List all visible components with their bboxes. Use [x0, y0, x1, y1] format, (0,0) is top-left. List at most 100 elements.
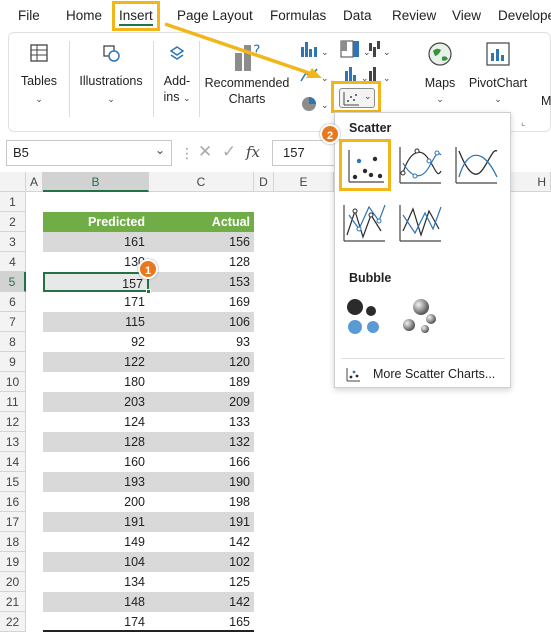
- step-badge-1: 1: [138, 259, 158, 279]
- table-row: 148 142: [43, 592, 254, 612]
- cell-predicted[interactable]: 130: [43, 252, 149, 272]
- col-header-c[interactable]: C: [149, 172, 254, 192]
- row-header[interactable]: 6: [0, 292, 26, 312]
- row-header[interactable]: 20: [0, 572, 26, 592]
- table-row: 191 191: [43, 512, 254, 532]
- cell-actual[interactable]: 133: [149, 412, 254, 432]
- name-box-value: B5: [13, 145, 29, 160]
- cell-actual[interactable]: 209: [149, 392, 254, 412]
- row-header[interactable]: 3: [0, 232, 26, 252]
- col-header-b[interactable]: B: [43, 172, 149, 192]
- col-header-a[interactable]: A: [26, 172, 43, 192]
- col-header-e[interactable]: E: [274, 172, 334, 192]
- fill-handle[interactable]: [146, 289, 151, 294]
- cell-actual[interactable]: 142: [149, 532, 254, 552]
- row-header[interactable]: 22: [0, 612, 26, 632]
- cell-predicted[interactable]: 191: [43, 512, 149, 532]
- active-cell[interactable]: 157: [43, 272, 149, 292]
- cell-predicted[interactable]: 203: [43, 392, 149, 412]
- cell-actual[interactable]: 153: [149, 272, 254, 292]
- row-header[interactable]: 16: [0, 492, 26, 512]
- cancel-icon[interactable]: ✕: [198, 142, 212, 162]
- row-header[interactable]: 1: [0, 192, 26, 212]
- row-header[interactable]: 17: [0, 512, 26, 532]
- cell-actual[interactable]: 189: [149, 372, 254, 392]
- enter-check-icon[interactable]: ✓: [222, 142, 236, 162]
- cell-predicted[interactable]: 115: [43, 312, 149, 332]
- cell-predicted[interactable]: 160: [43, 452, 149, 472]
- cell-predicted[interactable]: 124: [43, 412, 149, 432]
- table-row: 115 106: [43, 312, 254, 332]
- cell-actual[interactable]: 128: [149, 252, 254, 272]
- table-row: [43, 192, 254, 212]
- cell-predicted[interactable]: 161: [43, 232, 149, 252]
- cell-predicted[interactable]: 134: [43, 572, 149, 592]
- row-header[interactable]: 14: [0, 452, 26, 472]
- row-header[interactable]: 7: [0, 312, 26, 332]
- cell-actual[interactable]: 191: [149, 512, 254, 532]
- cell-predicted[interactable]: 180: [43, 372, 149, 392]
- chevron-down-icon: ⌄: [155, 143, 166, 157]
- row-header[interactable]: 9: [0, 352, 26, 372]
- row-header[interactable]: 18: [0, 532, 26, 552]
- cell-actual[interactable]: 169: [149, 292, 254, 312]
- cell-predicted[interactable]: 149: [43, 532, 149, 552]
- row-header[interactable]: 15: [0, 472, 26, 492]
- table-row: 149 142: [43, 532, 254, 552]
- cell-predicted[interactable]: 148: [43, 592, 149, 612]
- scatter-markers-option[interactable]: [339, 139, 391, 191]
- cell-actual[interactable]: 125: [149, 572, 254, 592]
- cell-predicted[interactable]: 128: [43, 432, 149, 452]
- scatter-smooth-lines-option[interactable]: [453, 143, 499, 189]
- cell-actual[interactable]: 156: [149, 232, 254, 252]
- cell-predicted[interactable]: 174: [43, 612, 149, 632]
- col-header-d[interactable]: D: [254, 172, 274, 192]
- cell-actual[interactable]: 165: [149, 612, 254, 632]
- insert-function-icon[interactable]: fx: [246, 143, 260, 161]
- scatter-heading: Scatter: [349, 121, 392, 135]
- cell-actual[interactable]: 132: [149, 432, 254, 452]
- scatter-smooth-markers-option[interactable]: [397, 143, 443, 189]
- row-header[interactable]: 5: [0, 272, 26, 292]
- bubble-option[interactable]: [341, 293, 387, 339]
- name-box[interactable]: B5 ⌄: [6, 140, 172, 166]
- table-row: 200 198: [43, 492, 254, 512]
- cell-predicted[interactable]: 92: [43, 332, 149, 352]
- table-row: 134 125: [43, 572, 254, 592]
- cell-predicted[interactable]: 104: [43, 552, 149, 572]
- cell-actual[interactable]: 142: [149, 592, 254, 612]
- row-header[interactable]: 12: [0, 412, 26, 432]
- bubble-icon: [347, 299, 379, 334]
- row-header[interactable]: 13: [0, 432, 26, 452]
- scatter-straight-lines-option[interactable]: [397, 201, 443, 247]
- cell-actual[interactable]: 102: [149, 552, 254, 572]
- row-header[interactable]: 11: [0, 392, 26, 412]
- cell-predicted[interactable]: 122: [43, 352, 149, 372]
- row-header[interactable]: 10: [0, 372, 26, 392]
- scatter-straight-markers-option[interactable]: [341, 201, 387, 247]
- row-header[interactable]: 21: [0, 592, 26, 612]
- row-header[interactable]: 8: [0, 332, 26, 352]
- cell-actual[interactable]: 93: [149, 332, 254, 352]
- scatter-smooth-lines-icon: [455, 147, 498, 184]
- cell-actual[interactable]: 190: [149, 472, 254, 492]
- bubble-3d-option[interactable]: [397, 293, 443, 339]
- table-row: 161 156: [43, 232, 254, 252]
- cell-actual[interactable]: 198: [149, 492, 254, 512]
- header-predicted[interactable]: Predicted: [43, 212, 149, 232]
- cell-predicted[interactable]: 171: [43, 292, 149, 312]
- cell-predicted[interactable]: 193: [43, 472, 149, 492]
- table-row: 104 102: [43, 552, 254, 572]
- select-all-corner[interactable]: [0, 172, 26, 192]
- header-actual[interactable]: Actual: [149, 212, 254, 232]
- cell-actual[interactable]: 166: [149, 452, 254, 472]
- row-header[interactable]: 19: [0, 552, 26, 572]
- row-header[interactable]: 4: [0, 252, 26, 272]
- bubble-3d-icon: [403, 299, 436, 333]
- more-scatter-charts-link[interactable]: More Scatter Charts...: [345, 365, 505, 385]
- row-header[interactable]: 2: [0, 212, 26, 232]
- cell-actual[interactable]: 106: [149, 312, 254, 332]
- cell-actual[interactable]: 120: [149, 352, 254, 372]
- cell-predicted[interactable]: 200: [43, 492, 149, 512]
- col-header-h[interactable]: H: [511, 172, 551, 192]
